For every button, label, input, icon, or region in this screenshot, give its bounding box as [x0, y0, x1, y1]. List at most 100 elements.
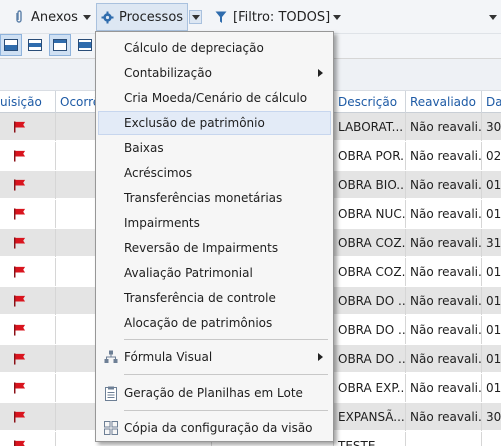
filter-label: [Filtro: TODOS] [233, 9, 331, 25]
menu-item-label: Fórmula Visual [124, 350, 213, 364]
flag-icon [14, 382, 26, 394]
descricao-cell: OBRA BIO... [334, 171, 406, 199]
formula-tree-icon [103, 349, 119, 365]
column-header-data[interactable]: Dat [482, 91, 501, 113]
menu-item-label: Alocação de patrimônios [124, 316, 273, 330]
column-header-descricao[interactable]: Descrição [334, 91, 406, 113]
data-cell: 01 [486, 207, 501, 221]
anexos-button[interactable]: Anexos [8, 3, 82, 31]
filter-dropdown-caret[interactable] [332, 10, 342, 24]
layout-top-icon[interactable] [49, 34, 71, 56]
menu-item-exclusao-patrimonio[interactable]: Exclusão de patrimônio [98, 111, 331, 135]
reavaliado-cell: Não reavali... [406, 403, 482, 431]
data-cell: 01 [486, 294, 501, 308]
flag-icon [14, 411, 26, 423]
aquisicao-cell [0, 374, 56, 402]
reavaliado-cell: Não reavali... [406, 200, 482, 228]
menu-item-label: Impairments [124, 216, 200, 230]
gear-icon [101, 10, 114, 24]
processos-dropdown-caret[interactable] [189, 10, 202, 24]
menu-item-calculo-depreciacao[interactable]: Cálculo de depreciação [98, 36, 331, 60]
menu-item-label: Cópia da configuração da visão [124, 421, 313, 435]
reavaliado-cell: Não reavali... [406, 229, 482, 257]
menu-item-acrescimos[interactable]: Acréscimos [98, 161, 331, 185]
data-cell: 01 [486, 352, 501, 366]
menu-separator [124, 339, 328, 340]
menu-item-label: Cria Moeda/Cenário de cálculo [124, 91, 308, 105]
reavaliado-cell [406, 432, 482, 446]
column-header-reavaliado[interactable]: Reavaliado [406, 91, 482, 113]
menu-item-label: Baixas [124, 141, 164, 155]
flag-icon [14, 237, 26, 249]
menu-item-label: Transferência de controle [124, 291, 276, 305]
aquisicao-cell [0, 171, 56, 199]
submenu-arrow-icon [318, 69, 323, 77]
data-cell: 02 [486, 149, 501, 163]
data-cell: 30 [486, 410, 501, 424]
reavaliado-cell: Não reavali... [406, 171, 482, 199]
menu-item-label: Avaliação Patrimonial [124, 266, 253, 280]
menu-item-alocacao-patrimonios[interactable]: Alocação de patrimônios [98, 311, 331, 335]
descricao-cell: OBRA COZ... [334, 258, 406, 286]
filter-button[interactable]: [Filtro: TODOS] [210, 3, 334, 31]
layout-full-icon[interactable] [74, 34, 96, 56]
descricao-cell: OBRA POR... [334, 142, 406, 170]
flag-icon [14, 324, 26, 336]
menu-item-formula-visual[interactable]: Fórmula Visual [98, 345, 331, 369]
menu-item-reversao-impairments[interactable]: Reversão de Impairments [98, 236, 331, 260]
flag-icon [14, 150, 26, 162]
flag-icon [14, 121, 26, 133]
menu-item-transferencia-controle[interactable]: Transferência de controle [98, 286, 331, 310]
menu-separator [124, 410, 328, 411]
menu-item-transferencias-monetarias[interactable]: Transferências monetárias [98, 186, 331, 210]
layout-bottom-icon[interactable] [0, 34, 22, 56]
aquisicao-cell [0, 229, 56, 257]
menu-item-label: Exclusão de patrimônio [124, 116, 265, 130]
menu-item-geracao-planilhas[interactable]: Geração de Planilhas em Lote [98, 381, 331, 405]
anexos-dropdown-caret[interactable] [82, 10, 92, 24]
flag-icon [14, 295, 26, 307]
aquisicao-cell [0, 432, 56, 446]
menu-item-label: Cálculo de depreciação [124, 41, 264, 55]
aquisicao-cell [0, 142, 56, 170]
descricao-cell: OBRA DO ... [334, 287, 406, 315]
data-cell: 01 [486, 265, 501, 279]
reavaliado-cell: Não reavali... [406, 142, 482, 170]
reavaliado-cell: Não reavali... [406, 345, 482, 373]
menu-item-cria-moeda[interactable]: Cria Moeda/Cenário de cálculo [98, 86, 331, 110]
descricao-cell: OBRA COZ... [334, 229, 406, 257]
menu-item-label: Reversão de Impairments [124, 241, 279, 255]
spreadsheet-file-icon [103, 385, 119, 401]
menu-item-label: Geração de Planilhas em Lote [124, 386, 303, 400]
menu-item-copia-configuracao[interactable]: Cópia da configuração da visão [98, 416, 331, 440]
flag-icon [14, 440, 26, 446]
reavaliado-cell: Não reavali... [406, 113, 482, 141]
aquisicao-cell [0, 345, 56, 373]
paperclip-icon [12, 10, 26, 24]
flag-icon [14, 353, 26, 365]
descricao-cell: TESTE [334, 432, 406, 446]
aquisicao-cell [0, 316, 56, 344]
anexos-label: Anexos [31, 9, 78, 25]
reavaliado-cell: Não reavali... [406, 374, 482, 402]
menu-item-label: Contabilização [124, 66, 212, 80]
column-header-aquisicao[interactable]: uisição [0, 91, 56, 113]
aquisicao-cell [0, 200, 56, 228]
menu-item-label: Transferências monetárias [124, 191, 283, 205]
descricao-cell: OBRA NUC... [334, 200, 406, 228]
data-cell: 01 [486, 178, 501, 192]
processos-button[interactable]: Processos [96, 3, 188, 31]
more-dropdown-caret[interactable] [488, 10, 498, 24]
data-cell: 01 [486, 381, 501, 395]
layout-split-icon[interactable] [24, 34, 46, 56]
aquisicao-cell [0, 403, 56, 431]
reavaliado-cell: Não reavali... [406, 258, 482, 286]
aquisicao-cell [0, 113, 56, 141]
menu-item-contabilizacao[interactable]: Contabilização [98, 61, 331, 85]
aquisicao-cell [0, 287, 56, 315]
data-cell: 01 [486, 323, 501, 337]
menu-item-avaliacao-patrimonial[interactable]: Avaliação Patrimonial [98, 261, 331, 285]
menu-item-impairments[interactable]: Impairments [98, 211, 331, 235]
descricao-cell: EXPANSÃ... [334, 403, 406, 431]
menu-item-baixas[interactable]: Baixas [98, 136, 331, 160]
